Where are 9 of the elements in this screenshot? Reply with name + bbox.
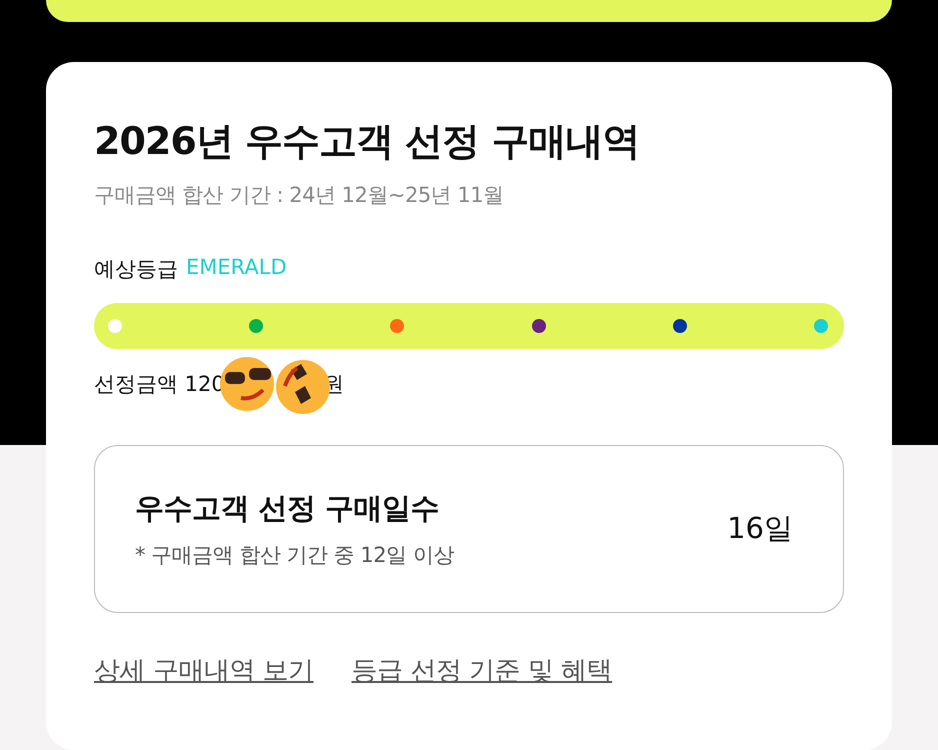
purchase-days-value: 16일 (727, 510, 793, 547)
purchase-days-note: * 구매금액 합산 기간 중 12일 이상 (135, 542, 454, 569)
grade-value: EMERALD (186, 255, 287, 281)
text-link[interactable]: 등급 선정 기준 및 혜택 (352, 653, 612, 688)
period-text: 구매금액 합산 기간 : 24년 12월~25년 11월 (94, 182, 505, 209)
purchase-days-title: 우수고객 선정 구매일수 (135, 490, 440, 527)
text-link[interactable]: 상세 구매내역 보기 (94, 653, 314, 688)
grade-label: 예상등급 (94, 256, 178, 283)
card-title: 2026년 우수고객 선정 구매내역 (94, 118, 640, 165)
